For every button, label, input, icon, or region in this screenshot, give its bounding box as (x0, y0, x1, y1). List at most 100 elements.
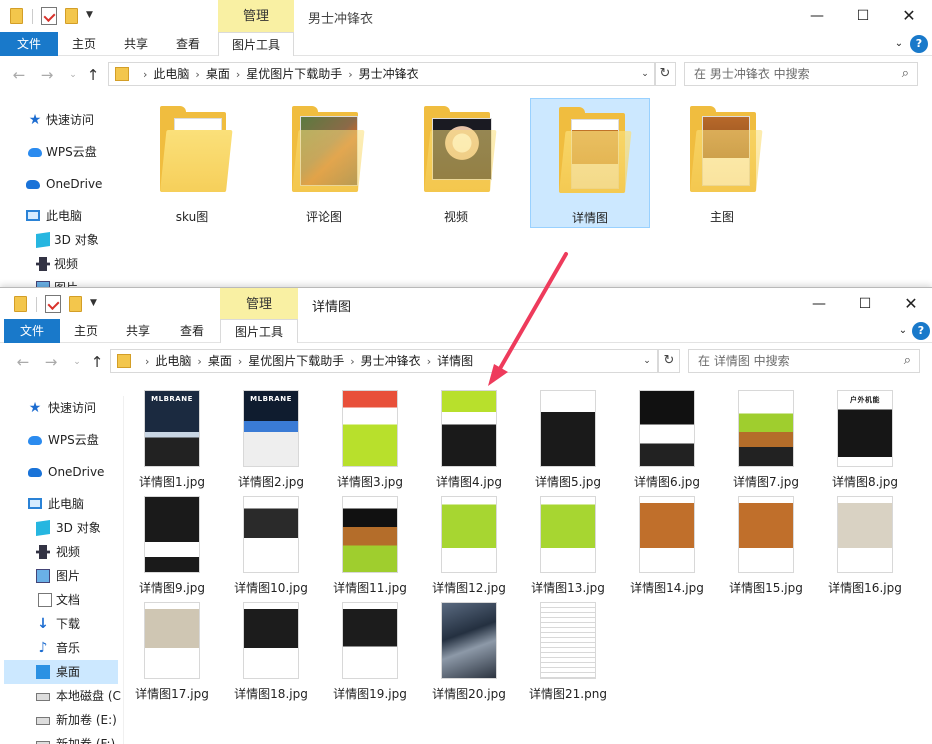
nav-item-wps[interactable]: WPS云盘 (0, 428, 124, 452)
tab-picture-tools[interactable]: 图片工具 (220, 319, 298, 343)
nav-item-local-disk[interactable]: 本地磁盘 (C (0, 684, 124, 708)
expand-ribbon-icon[interactable]: ⌄ (890, 35, 908, 53)
forward-button[interactable]: → (38, 66, 56, 84)
help-icon[interactable]: ? (910, 35, 928, 53)
file-item[interactable]: 详情图7.jpg (724, 390, 808, 490)
nav-item-music[interactable]: ♪ 音乐 (0, 636, 124, 660)
file-item[interactable]: 详情图19.jpg (328, 602, 412, 702)
file-item[interactable]: 详情图9.jpg (130, 496, 214, 596)
search-input[interactable]: 在 详情图 中搜索 ⌕ (688, 349, 920, 373)
address-dropdown-icon[interactable]: ⌄ (639, 350, 655, 372)
expand-ribbon-icon[interactable]: ⌄ (894, 322, 912, 340)
file-item[interactable]: 详情图10.jpg (229, 496, 313, 596)
nav-item-videos[interactable]: 视频 (0, 540, 124, 564)
nav-item-onedrive[interactable]: OneDrive (0, 460, 124, 484)
folder-item[interactable]: 视频 (396, 98, 516, 228)
file-item[interactable]: 详情图15.jpg (724, 496, 808, 596)
nav-item-onedrive[interactable]: OneDrive (0, 172, 124, 196)
nav-item-volume-e[interactable]: 新加卷 (E:) (0, 708, 124, 732)
minimize-button[interactable]: — (796, 288, 842, 320)
address-dropdown-icon[interactable]: ⌄ (637, 63, 653, 85)
tab-file[interactable]: 文件 (4, 319, 60, 343)
file-item[interactable]: 详情图21.png (526, 602, 610, 702)
tab-home[interactable]: 主页 (60, 32, 108, 56)
file-item[interactable]: 详情图6.jpg (625, 390, 709, 490)
back-button[interactable]: ← (14, 353, 32, 371)
tab-file[interactable]: 文件 (0, 32, 58, 56)
customize-toolbar-icon[interactable]: ▼ (90, 298, 97, 308)
tab-share[interactable]: 共享 (112, 32, 160, 56)
nav-item-this-pc[interactable]: 此电脑 (0, 492, 124, 516)
chevron-right-icon[interactable]: › (197, 351, 201, 373)
file-item[interactable]: 详情图3.jpg (328, 390, 412, 490)
nav-item-pictures[interactable]: 图片 (0, 564, 124, 588)
breadcrumb-item[interactable]: 详情图 (437, 350, 473, 372)
nav-item-volume-f[interactable]: 新加卷 (F:) (0, 732, 124, 744)
nav-item-quick-access[interactable]: ★ 快速访问 (0, 396, 124, 420)
tab-view[interactable]: 查看 (164, 32, 212, 56)
customize-toolbar-icon[interactable]: ▼ (86, 10, 93, 20)
nav-item-this-pc[interactable]: 此电脑 (0, 204, 124, 228)
breadcrumb-item[interactable]: 此电脑 (153, 63, 189, 85)
breadcrumb-item[interactable]: 男士冲锋衣 (359, 63, 419, 85)
breadcrumb-item[interactable]: 星优图片下载助手 (248, 350, 344, 372)
back-button[interactable]: ← (10, 66, 28, 84)
new-folder-icon[interactable] (65, 8, 78, 24)
tab-home[interactable]: 主页 (62, 319, 110, 343)
breadcrumb-item[interactable]: 男士冲锋衣 (361, 350, 421, 372)
chevron-right-icon[interactable]: › (427, 351, 431, 373)
close-button[interactable]: ✕ (888, 288, 932, 320)
chevron-right-icon[interactable]: › (348, 64, 352, 86)
tab-picture-tools[interactable]: 图片工具 (218, 32, 294, 56)
forward-button[interactable]: → (42, 353, 60, 371)
breadcrumb-item[interactable]: 桌面 (208, 350, 232, 372)
tab-share[interactable]: 共享 (114, 319, 162, 343)
new-folder-icon[interactable] (69, 296, 82, 312)
file-item[interactable]: 详情图4.jpg (427, 390, 511, 490)
file-item[interactable]: 详情图18.jpg (229, 602, 313, 702)
file-item[interactable]: 详情图12.jpg (427, 496, 511, 596)
chevron-right-icon[interactable]: › (236, 64, 240, 86)
address-bar[interactable]: › 此电脑 › 桌面 › 星优图片下载助手 › 男士冲锋衣 › 详情图 ⌄ (110, 349, 658, 373)
properties-icon[interactable] (41, 7, 57, 25)
properties-icon[interactable] (45, 295, 61, 313)
chevron-right-icon[interactable]: › (350, 351, 354, 373)
minimize-button[interactable]: — (794, 0, 840, 32)
nav-item-wps[interactable]: WPS云盘 (0, 140, 124, 164)
nav-item-downloads[interactable]: ↓ 下载 (0, 612, 124, 636)
nav-item-desktop[interactable]: 桌面 (4, 660, 118, 684)
file-item[interactable]: MLBRANE 详情图1.jpg (130, 390, 214, 490)
nav-item-3d-objects[interactable]: 3D 对象 (0, 228, 124, 252)
search-input[interactable]: 在 男士冲锋衣 中搜索 ⌕ (684, 62, 918, 86)
nav-item-3d-objects[interactable]: 3D 对象 (0, 516, 124, 540)
folder-item[interactable]: 评论图 (264, 98, 384, 228)
maximize-button[interactable]: ☐ (840, 0, 886, 32)
folder-item-selected[interactable]: 详情图 (530, 98, 650, 228)
file-item[interactable]: 详情图17.jpg (130, 602, 214, 702)
up-button[interactable]: ↑ (84, 66, 102, 84)
refresh-button[interactable]: ↻ (658, 349, 680, 373)
recent-locations-icon[interactable]: ⌄ (68, 353, 86, 371)
chevron-right-icon[interactable]: › (238, 351, 242, 373)
file-item[interactable]: MLBRANE 详情图2.jpg (229, 390, 313, 490)
file-item[interactable]: 户外机能 详情图8.jpg (823, 390, 907, 490)
file-item[interactable]: 详情图14.jpg (625, 496, 709, 596)
file-item[interactable]: 详情图5.jpg (526, 390, 610, 490)
nav-item-videos[interactable]: 视频 (0, 252, 124, 276)
breadcrumb-item[interactable]: 桌面 (206, 63, 230, 85)
help-icon[interactable]: ? (912, 322, 930, 340)
breadcrumb-item[interactable]: 星优图片下载助手 (246, 63, 342, 85)
recent-locations-icon[interactable]: ⌄ (64, 66, 82, 84)
nav-item-documents[interactable]: 文档 (0, 588, 124, 612)
address-bar[interactable]: › 此电脑 › 桌面 › 星优图片下载助手 › 男士冲锋衣 ⌄ (108, 62, 656, 86)
file-item[interactable]: 详情图13.jpg (526, 496, 610, 596)
close-button[interactable]: ✕ (886, 0, 932, 32)
up-button[interactable]: ↑ (88, 353, 106, 371)
file-item[interactable]: 详情图11.jpg (328, 496, 412, 596)
file-item[interactable]: 详情图16.jpg (823, 496, 907, 596)
breadcrumb-item[interactable]: 此电脑 (155, 350, 191, 372)
folder-item[interactable]: sku图 (132, 98, 252, 228)
tab-view[interactable]: 查看 (168, 319, 216, 343)
chevron-right-icon[interactable]: › (195, 64, 199, 86)
maximize-button[interactable]: ☐ (842, 288, 888, 320)
